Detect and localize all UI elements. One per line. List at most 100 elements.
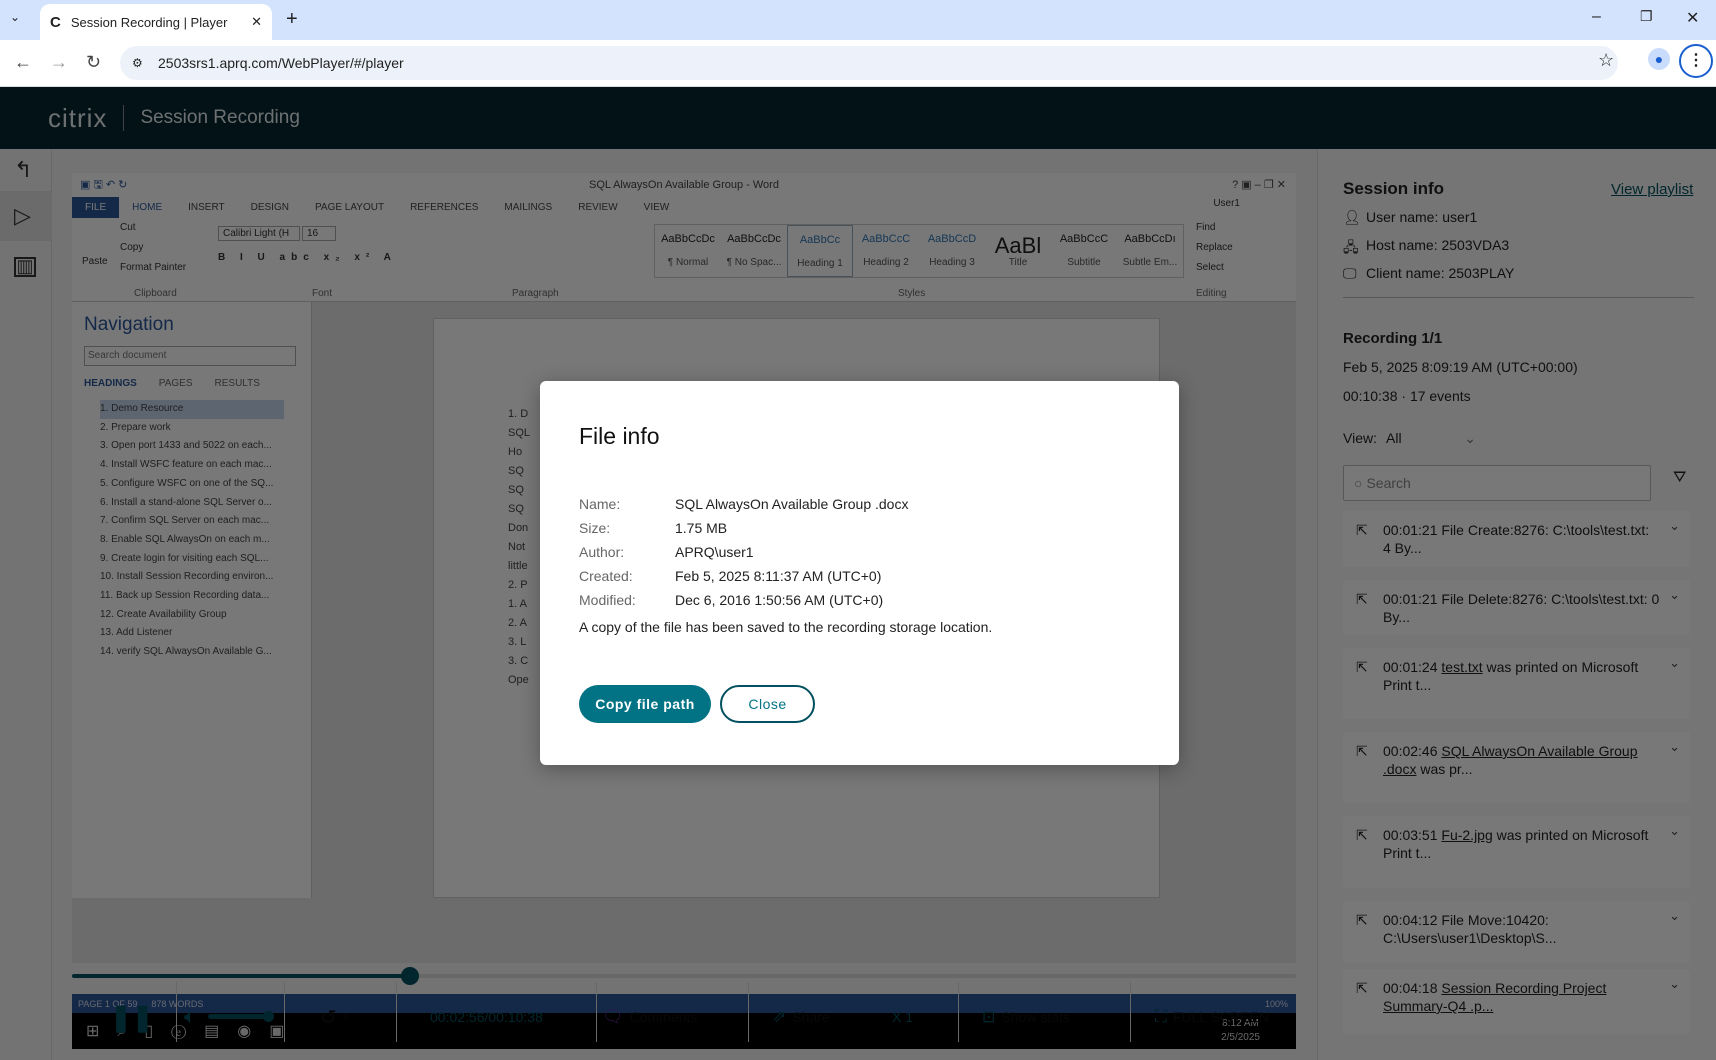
view-select[interactable]: All ⌄ xyxy=(1386,430,1476,446)
menu-kebab-icon[interactable]: ⋮ xyxy=(1679,44,1713,78)
copy-file-path-button[interactable]: Copy file path xyxy=(579,685,711,723)
chevron-down-icon[interactable]: ⌄ xyxy=(1669,738,1680,756)
event-search-input[interactable]: ○ Search xyxy=(1343,465,1651,501)
show-stats-button[interactable]: ⊡ Show stats xyxy=(982,1005,1070,1029)
client-name: Client name: 2503PLAY xyxy=(1366,265,1515,281)
dialog-title: File info xyxy=(579,423,660,449)
stats-icon[interactable]: ▥ xyxy=(14,257,36,277)
group-label: Paragraph xyxy=(512,288,559,299)
url-field[interactable]: ⚙ 2503srs1.aprq.com/WebPlayer/#/player xyxy=(120,46,1618,80)
nav-heading: 1. Demo Resource xyxy=(100,400,284,419)
client-monitor-icon: 🖵 xyxy=(1343,265,1357,281)
filter-icon[interactable]: ⛛ xyxy=(1673,469,1686,487)
browser-tab-bar: ⌄ C Session Recording | Player ✕ + – ❐ ✕ xyxy=(0,0,1716,40)
divider xyxy=(958,982,959,1042)
comment-icon: 🗨︎ xyxy=(602,1007,624,1026)
bookmark-star-icon[interactable]: ☆ xyxy=(1598,50,1614,71)
citrix-logo: citrix xyxy=(48,102,108,133)
chevron-down-icon[interactable]: ⌄ xyxy=(1669,517,1680,535)
event-item[interactable]: ⇱ 00:01:21 File Delete:8276: C:\tools\tes… xyxy=(1343,580,1690,635)
chevron-down-icon[interactable]: ⌄ xyxy=(1669,975,1680,993)
event-item[interactable]: ⇱ 00:01:21 File Create:8276: C:\tools\tes… xyxy=(1343,511,1690,567)
event-item[interactable]: ⇱ 00:04:18 Session Recording Project Summ… xyxy=(1343,969,1690,1034)
nav-headings: 1. Demo Resource 2. Prepare work 3. Open p… xyxy=(100,400,284,662)
host-icon: 🖧 xyxy=(1343,239,1359,255)
replay-7-icon[interactable]: ↺ 7 xyxy=(320,1005,348,1029)
event-item[interactable]: ⇱ 00:04:12 File Move:10420: C:\Users\user… xyxy=(1343,901,1690,963)
event-item[interactable]: ⇱ 00:03:51 Fu-2.jpg was printed on Micros… xyxy=(1343,816,1690,888)
browser-tab[interactable]: C Session Recording | Player ✕ xyxy=(40,4,272,40)
style-name: Heading 2 xyxy=(863,257,909,268)
back-icon[interactable]: ← xyxy=(14,52,32,73)
reload-icon[interactable]: ↻ xyxy=(86,52,101,73)
select-button: Select xyxy=(1196,262,1224,273)
play-icon[interactable]: ▷ xyxy=(14,203,31,229)
close-tab-icon[interactable]: ✕ xyxy=(251,14,262,30)
view-playlist-link[interactable]: View playlist xyxy=(1611,181,1693,198)
styles-gallery: AaBbCcDc ¶ Normal AaBbCcDc ¶ No Spac... AaBb… xyxy=(654,224,1184,278)
recording-count: Recording 1/1 xyxy=(1343,330,1443,347)
user-icon: 👤︎ xyxy=(1343,209,1361,225)
seek-bar[interactable] xyxy=(72,967,1296,985)
pause-button[interactable]: ❚❚ xyxy=(110,1002,154,1032)
nav-tab: RESULTS xyxy=(214,378,260,389)
close-window-icon[interactable]: ✕ xyxy=(1686,8,1699,28)
search-placeholder: Search xyxy=(1366,475,1411,491)
page-fragment: Not xyxy=(508,541,526,553)
share-button[interactable]: ⇗ Share xyxy=(772,1005,830,1029)
find-button: Find xyxy=(1196,222,1216,233)
comments-button[interactable]: 🗨︎ Comments xyxy=(602,1005,697,1029)
cut-button: Cut xyxy=(120,222,136,233)
citrix-favicon-icon: C xyxy=(50,13,61,31)
chevron-down-icon[interactable]: ⌄ xyxy=(1669,654,1680,672)
volume-icon[interactable]: 🔈︎ xyxy=(184,1005,196,1029)
event-time: 00:03:51 xyxy=(1383,827,1438,843)
nav-heading: 9. Create login for visiting each SQL... xyxy=(100,552,269,564)
nav-heading: 2. Prepare work xyxy=(100,421,171,433)
left-rail: ↰ ▷ ▥ xyxy=(0,149,52,1060)
style-name: Subtitle xyxy=(1067,257,1101,268)
row-label: Created: xyxy=(579,568,633,584)
tab-list-icon[interactable]: ⌄ xyxy=(10,10,20,24)
event-text: 00:01:21 File Create:8276: C:\tools\test… xyxy=(1383,522,1649,556)
nav-heading: 14. verify SQL AlwaysOn Available G... xyxy=(100,646,272,658)
nav-heading: 4. Install WSFC feature on each mac... xyxy=(100,459,272,471)
row-value: Dec 6, 2016 1:50:56 AM (UTC+0) xyxy=(675,592,884,608)
restore-icon[interactable]: ❐ xyxy=(1640,8,1653,25)
clock-date: 2/5/2025 xyxy=(1221,1032,1260,1043)
forward-icon[interactable]: → xyxy=(50,52,68,73)
fullscreen-button[interactable]: ⛶ FULL SCREEN xyxy=(1155,1005,1269,1029)
session-info-panel: Session info View playlist 👤︎ User name: … xyxy=(1317,149,1716,1060)
dialog-note: A copy of the file has been saved to the… xyxy=(579,619,993,635)
word-tab-review: REVIEW xyxy=(578,202,618,213)
divider xyxy=(748,982,749,1042)
comments-label: Comments xyxy=(629,1009,698,1025)
back-arrow-icon[interactable]: ↰ xyxy=(14,157,32,183)
event-time: 00:01:21 xyxy=(1383,522,1438,538)
chevron-down-icon[interactable]: ⌄ xyxy=(1669,586,1680,604)
site-settings-icon[interactable]: ⚙ xyxy=(132,56,143,70)
minimize-icon[interactable]: – xyxy=(1592,8,1601,26)
row-value: APRQ\user1 xyxy=(675,544,754,560)
speed-button[interactable]: X 1 xyxy=(892,1005,913,1029)
event-item[interactable]: ⇱ 00:02:46 SQL AlwaysOn Available Group .… xyxy=(1343,732,1690,803)
event-time: 00:02:46 xyxy=(1383,743,1438,759)
style-item: AaBbCcDc ¶ No Spac... xyxy=(721,225,787,277)
chevron-down-icon[interactable]: ⌄ xyxy=(1669,822,1680,840)
event-file-link[interactable]: test.txt xyxy=(1441,659,1482,675)
event-item[interactable]: ⇱ 00:01:24 test.txt was printed on Micros… xyxy=(1343,648,1690,719)
event-file-link[interactable]: Fu-2.jpg xyxy=(1441,827,1492,843)
word-tab-page-layout: PAGE LAYOUT xyxy=(314,202,385,213)
share-label: Share xyxy=(792,1009,830,1025)
profile-icon[interactable]: ● xyxy=(1648,48,1670,70)
close-button[interactable]: Close xyxy=(720,685,815,723)
search-icon: ○ xyxy=(1354,475,1363,491)
format-painter-button: Format Painter xyxy=(120,262,187,273)
volume-slider[interactable] xyxy=(208,1011,274,1022)
seek-thumb[interactable] xyxy=(400,967,419,985)
nav-tabs: HEADINGS PAGES RESULTS xyxy=(84,378,260,389)
new-tab-icon[interactable]: + xyxy=(286,8,298,31)
chevron-down-icon[interactable]: ⌄ xyxy=(1669,907,1680,925)
nav-heading: 11. Back up Session Recording data... xyxy=(100,590,270,602)
style-item: AaBbCcC Subtitle xyxy=(1051,225,1117,277)
